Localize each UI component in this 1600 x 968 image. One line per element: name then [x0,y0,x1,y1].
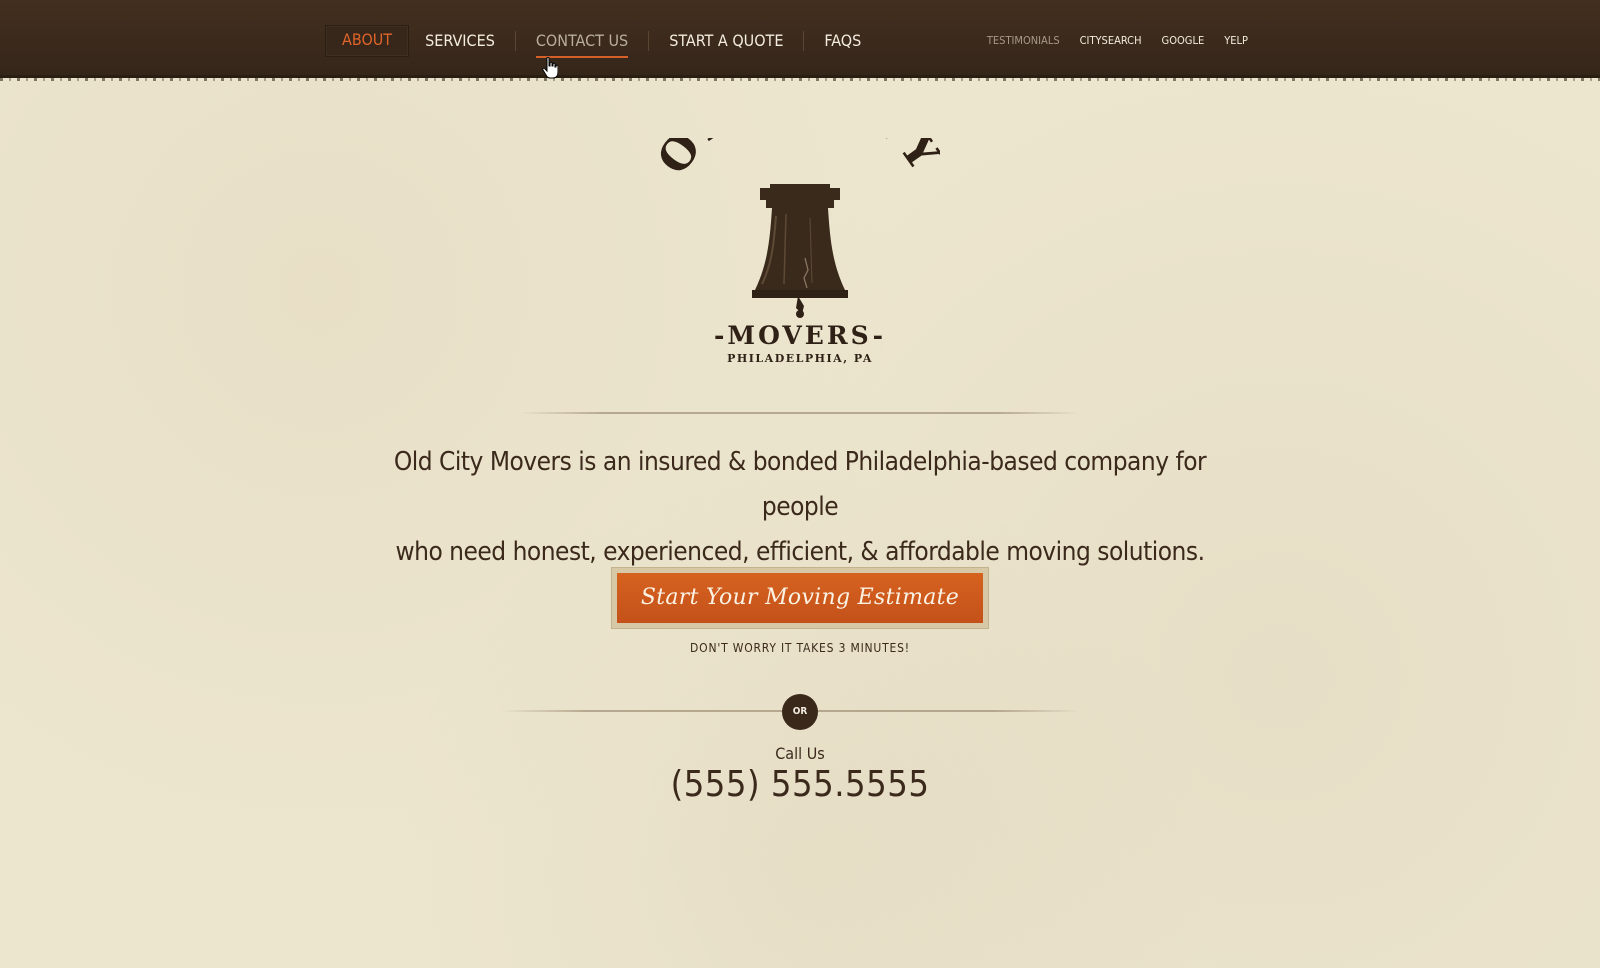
divider-line [520,412,1080,414]
logo-emblem: OLD CITY [648,67,946,318]
logo-arc-text: OLD CITY [660,138,940,184]
hand-pointer-icon [542,57,558,79]
or-badge: OR [782,694,818,730]
nav-start-a-quote[interactable]: START A QUOTE [653,26,799,56]
link-citysearch[interactable]: CITYSEARCH [1080,34,1142,47]
nav-divider [648,31,650,51]
liberty-bell-icon [752,184,848,318]
top-navigation-bar: ABOUT SERVICES CONTACT US START A QUOTE … [0,0,1600,81]
logo-movers-text: -MOVERS- [714,321,886,350]
tagline-line-1: Old City Movers is an insured & bonded P… [393,447,1207,522]
nav-about[interactable]: ABOUT [325,25,410,57]
logo-location-text: PHILADELPHIA, PA [727,352,873,365]
review-links-nav: TESTIMONIALS CITYSEARCH GOOGLE YELP [987,34,1248,47]
nav-contact-us[interactable]: CONTACT US [520,26,644,58]
link-google[interactable]: GOOGLE [1162,34,1205,47]
main-nav: ABOUT SERVICES CONTACT US START A QUOTE … [325,25,877,58]
company-tagline: Old City Movers is an insured & bonded P… [380,440,1220,575]
nav-faqs[interactable]: FAQS [808,26,877,56]
link-testimonials[interactable]: TESTIMONIALS [987,34,1060,47]
nav-services[interactable]: SERVICES [409,26,511,56]
cta-frame: Start Your Moving Estimate [611,567,989,629]
old-city-movers-logo[interactable]: OLD CITY -MOVERS- PHILADELPHIA, PA [648,67,947,378]
phone-number[interactable]: (555) 555.5555 [620,764,980,805]
nav-divider [803,31,805,51]
start-estimate-button[interactable]: Start Your Moving Estimate [617,573,983,623]
nav-divider [514,31,516,51]
call-us-label: Call Us [775,744,825,763]
cta-note: DON'T WORRY IT TAKES 3 MINUTES! [690,641,910,655]
link-yelp[interactable]: YELP [1224,34,1248,47]
